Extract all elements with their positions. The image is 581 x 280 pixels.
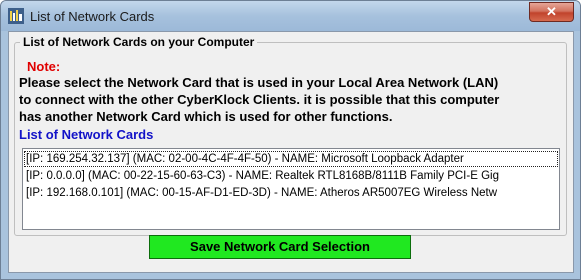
dialog-content: List of Network Cards on your Computer N… xyxy=(8,31,574,273)
network-card-listbox[interactable]: [IP: 169.254.32.137] (MAC: 02-00-4C-4F-4… xyxy=(22,148,560,230)
note-label: Note: xyxy=(27,59,61,74)
dialog-window: List of Network Cards ✕ List of Network … xyxy=(0,0,581,280)
window-title: List of Network Cards xyxy=(30,9,155,24)
close-icon: ✕ xyxy=(546,4,557,19)
network-card-item[interactable]: [IP: 0.0.0.0] (MAC: 00-22-15-60-63-C3) -… xyxy=(25,169,557,183)
save-network-card-selection-button[interactable]: Save Network Card Selection xyxy=(149,235,411,259)
groupbox-title: List of Network Cards on your Computer xyxy=(20,35,258,49)
network-card-list-label: List of Network Cards xyxy=(19,127,154,142)
title-bar[interactable]: List of Network Cards ✕ xyxy=(1,1,580,31)
network-card-item[interactable]: [IP: 169.254.32.137] (MAC: 02-00-4C-4F-4… xyxy=(24,151,558,167)
network-cards-app-icon xyxy=(8,8,24,24)
network-card-item[interactable]: [IP: 192.168.0.101] (MAC: 00-15-AF-D1-ED… xyxy=(25,186,557,200)
note-message: Please select the Network Card that is u… xyxy=(19,75,500,124)
close-button[interactable]: ✕ xyxy=(529,2,574,22)
